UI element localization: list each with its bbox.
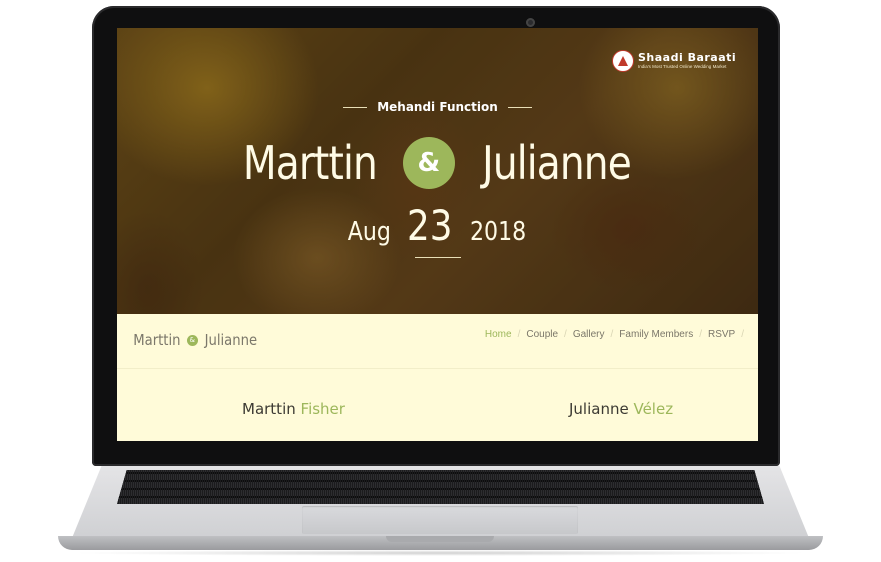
nav-link-gallery[interactable]: Gallery	[573, 329, 605, 340]
nav-separator: /	[699, 329, 702, 340]
nav-link-family-members[interactable]: Family Members	[619, 329, 693, 340]
nav-separator: /	[517, 329, 521, 340]
bride-last: Vélez	[633, 400, 674, 418]
nav-separator: /	[741, 329, 744, 340]
ampersand-badge: &	[402, 137, 455, 189]
webcam-icon	[526, 18, 535, 27]
divider-line	[343, 106, 368, 108]
navbar: Marttin & Julianne Home / Couple / Galle…	[117, 314, 758, 369]
date-month: Aug	[348, 217, 392, 247]
laptop-screen: Shaadi Baraati India's Most Trusted Onli…	[117, 28, 758, 441]
groom-first: Marttin	[242, 400, 296, 418]
date-day: 23	[407, 201, 453, 250]
groom-name: Marttin Fisher	[242, 400, 345, 418]
date-underline	[415, 257, 461, 258]
brand-ampersand-icon: &	[186, 334, 198, 346]
nav-link-rsvp[interactable]: RSVP	[708, 329, 735, 340]
logo-tagline: India's Most Trusted Online Wedding Mark…	[638, 64, 727, 70]
bride-first-name: Julianne	[481, 136, 632, 190]
shaadi-baraati-logo-icon	[612, 50, 634, 72]
nav-menu: Home / Couple / Gallery / Family Members…	[485, 329, 744, 340]
groom-first-name: Marttin	[242, 136, 378, 190]
keyboard	[117, 470, 764, 504]
bride-first: Julianne	[569, 400, 629, 418]
bride-name: Julianne Vélez	[569, 400, 673, 418]
divider-line	[507, 106, 532, 108]
lid-notch	[386, 536, 494, 542]
couple-section: Marttin Fisher Julianne Vélez	[117, 394, 758, 424]
navbar-brand[interactable]: Marttin & Julianne	[130, 331, 260, 349]
event-title: Mehandi Function	[377, 100, 498, 114]
brand-first: Marttin	[133, 331, 181, 349]
wedding-date: Aug 23 2018	[117, 201, 758, 250]
event-heading: Mehandi Function	[117, 100, 758, 114]
laptop-base	[0, 466, 881, 556]
trackpad	[302, 506, 578, 534]
brand-second: Julianne	[204, 331, 257, 349]
date-year: 2018	[469, 217, 526, 247]
nav-link-couple[interactable]: Couple	[526, 329, 558, 340]
logo-name: Shaadi Baraati	[638, 51, 737, 65]
nav-separator: /	[610, 329, 614, 340]
groom-last: Fisher	[300, 400, 345, 418]
site-logo[interactable]: Shaadi Baraati India's Most Trusted Onli…	[612, 50, 736, 72]
nav-link-home[interactable]: Home	[485, 329, 512, 340]
nav-separator: /	[564, 329, 567, 340]
couple-names-heading: Marttin & Julianne	[117, 136, 758, 190]
laptop-shadow	[70, 550, 810, 556]
